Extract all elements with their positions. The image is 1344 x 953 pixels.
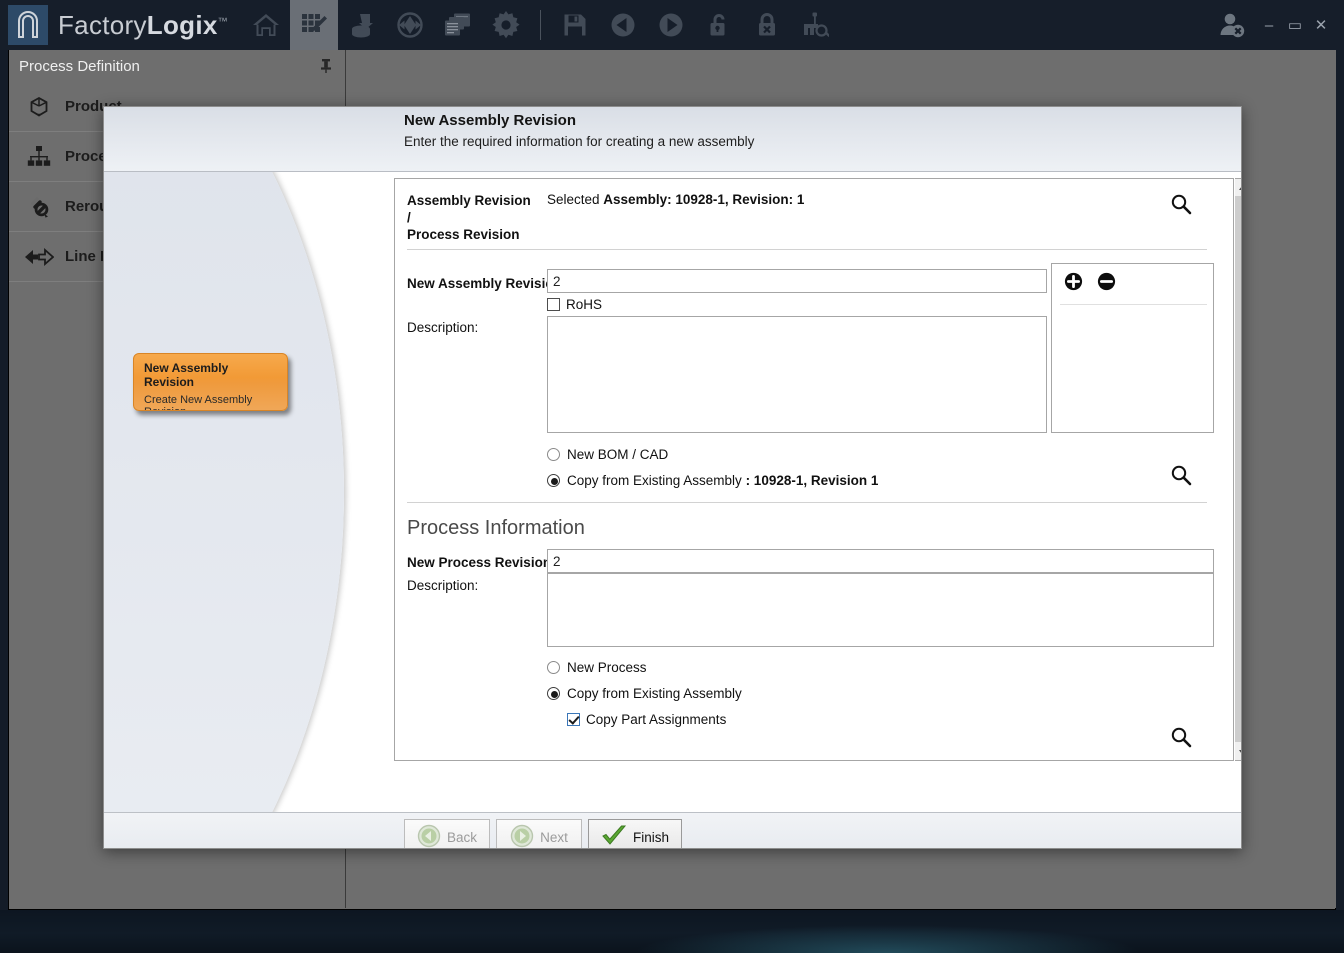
back-button-label: Back bbox=[447, 830, 477, 845]
search-icon[interactable] bbox=[1170, 464, 1192, 491]
selected-assembly-value: Selected Assembly: 10928-1, Revision: 1 bbox=[547, 192, 804, 207]
radio-label: New Process bbox=[567, 660, 647, 675]
back-arrow-green-icon bbox=[417, 824, 441, 850]
brand-bold: Logix bbox=[147, 10, 218, 40]
materials-button[interactable] bbox=[338, 0, 386, 50]
process-information-heading: Process Information bbox=[407, 517, 585, 540]
application-window: FactoryLogix™ bbox=[0, 0, 1344, 953]
brand-light: Factory bbox=[58, 10, 147, 40]
search-icon[interactable] bbox=[1170, 193, 1192, 220]
radio-label: Copy from Existing Assembly bbox=[567, 686, 742, 701]
divider bbox=[407, 502, 1207, 503]
dialog-subtitle: Enter the required information for creat… bbox=[404, 134, 754, 149]
brand-tm: ™ bbox=[218, 16, 228, 27]
home-button[interactable] bbox=[242, 0, 290, 50]
user-logout-icon[interactable] bbox=[1208, 0, 1256, 50]
radio-indicator[interactable] bbox=[547, 448, 560, 461]
chevron-down-icon[interactable] bbox=[1235, 744, 1242, 760]
dialog-footer: Back Next bbox=[104, 812, 1242, 849]
assembly-description-label: Description: bbox=[407, 320, 478, 335]
sidebar-header: Process Definition bbox=[9, 50, 345, 82]
assembly-description-input[interactable] bbox=[547, 316, 1047, 433]
process-hierarchy-icon bbox=[23, 141, 55, 173]
form-scrollbar[interactable] bbox=[1235, 178, 1242, 761]
callout-title: New Assembly Revision bbox=[144, 361, 277, 389]
audit-button[interactable] bbox=[791, 0, 839, 50]
redo-button[interactable] bbox=[647, 0, 695, 50]
new-assembly-revision-input[interactable] bbox=[547, 269, 1047, 293]
sidebar-title: Process Definition bbox=[19, 58, 140, 75]
rohs-label: RoHS bbox=[566, 297, 602, 312]
finish-button-label: Finish bbox=[633, 830, 669, 845]
save-button[interactable] bbox=[551, 0, 599, 50]
desktop-bottom-glow bbox=[0, 910, 1344, 953]
toolbar-separator bbox=[540, 10, 541, 40]
dialog-header: New Assembly Revision Enter the required… bbox=[104, 107, 1242, 172]
lock-release-button[interactable] bbox=[743, 0, 791, 50]
undo-button[interactable] bbox=[599, 0, 647, 50]
pin-icon[interactable] bbox=[319, 58, 333, 79]
radio-indicator[interactable] bbox=[547, 474, 560, 487]
scrollbar-thumb[interactable] bbox=[1235, 196, 1242, 742]
product-cube-icon bbox=[23, 91, 55, 123]
finish-button[interactable]: Finish bbox=[588, 819, 682, 849]
line-process-arrows-icon bbox=[23, 241, 55, 273]
title-bar: FactoryLogix™ bbox=[0, 0, 1344, 50]
minimize-button[interactable]: – bbox=[1256, 0, 1282, 50]
callout-subtitle: Create New Assembly Revision bbox=[144, 394, 277, 411]
radio-new-process[interactable]: New Process bbox=[547, 660, 647, 675]
rohs-checkbox-row[interactable]: RoHS bbox=[547, 297, 602, 312]
dialog-title: New Assembly Revision bbox=[404, 112, 576, 129]
rohs-checkbox[interactable] bbox=[547, 298, 560, 311]
next-arrow-green-icon bbox=[510, 824, 534, 850]
radio-label: Copy from Existing Assembly : 10928-1, R… bbox=[567, 473, 878, 488]
radio-new-bom-cad[interactable]: New BOM / CAD bbox=[547, 447, 668, 462]
reports-button[interactable] bbox=[434, 0, 482, 50]
green-check-icon bbox=[601, 824, 627, 850]
wizard-form: Assembly Revision / Process Revision Sel… bbox=[394, 178, 1234, 761]
new-assembly-revision-label: New Assembly Revision: bbox=[407, 276, 566, 291]
chevron-up-icon[interactable] bbox=[1235, 179, 1242, 195]
n-logo-icon bbox=[8, 5, 48, 45]
copy-part-assignments-checkbox[interactable] bbox=[567, 713, 580, 726]
copy-part-assignments-row[interactable]: Copy Part Assignments bbox=[567, 712, 726, 727]
search-icon[interactable] bbox=[1170, 726, 1192, 753]
new-process-revision-label: New Process Revision: bbox=[407, 555, 556, 570]
radio-label: New BOM / CAD bbox=[567, 447, 668, 462]
production-button[interactable] bbox=[386, 0, 434, 50]
process-definition-button[interactable] bbox=[290, 0, 338, 50]
maximize-button[interactable]: ▭ bbox=[1282, 0, 1308, 50]
app-brand: FactoryLogix™ bbox=[58, 10, 228, 41]
unlock-button[interactable] bbox=[695, 0, 743, 50]
settings-button[interactable] bbox=[482, 0, 530, 50]
new-assembly-revision-callout: New Assembly Revision Create New Assembl… bbox=[133, 353, 288, 411]
back-button[interactable]: Back bbox=[404, 819, 490, 849]
titlebar-right-controls: – ▭ ✕ bbox=[1208, 0, 1344, 50]
reroute-link-icon bbox=[23, 191, 55, 223]
revision-attributes-panel bbox=[1051, 263, 1214, 433]
radio-copy-process-from-existing-assembly[interactable]: Copy from Existing Assembly bbox=[547, 686, 742, 701]
next-button-label: Next bbox=[540, 830, 568, 845]
radio-indicator[interactable] bbox=[547, 661, 560, 674]
plus-circle-icon[interactable] bbox=[1064, 272, 1083, 296]
copy-part-assignments-label: Copy Part Assignments bbox=[586, 712, 726, 727]
radio-copy-from-existing-assembly[interactable]: Copy from Existing Assembly : 10928-1, R… bbox=[547, 473, 878, 488]
minus-circle-icon[interactable] bbox=[1097, 272, 1116, 296]
radio-indicator[interactable] bbox=[547, 687, 560, 700]
assembly-process-revision-label: Assembly Revision / Process Revision bbox=[407, 192, 537, 243]
new-process-revision-input[interactable] bbox=[547, 549, 1214, 573]
next-button[interactable]: Next bbox=[496, 819, 582, 849]
process-description-label: Description: bbox=[407, 578, 478, 593]
new-assembly-revision-dialog: New Assembly Revision Enter the required… bbox=[103, 106, 1242, 849]
main-toolbar bbox=[242, 0, 839, 50]
dialog-body: Assembly Revision / Process Revision Sel… bbox=[392, 172, 1242, 812]
close-button[interactable]: ✕ bbox=[1308, 0, 1334, 50]
divider bbox=[407, 249, 1207, 250]
process-description-input[interactable] bbox=[547, 573, 1214, 647]
